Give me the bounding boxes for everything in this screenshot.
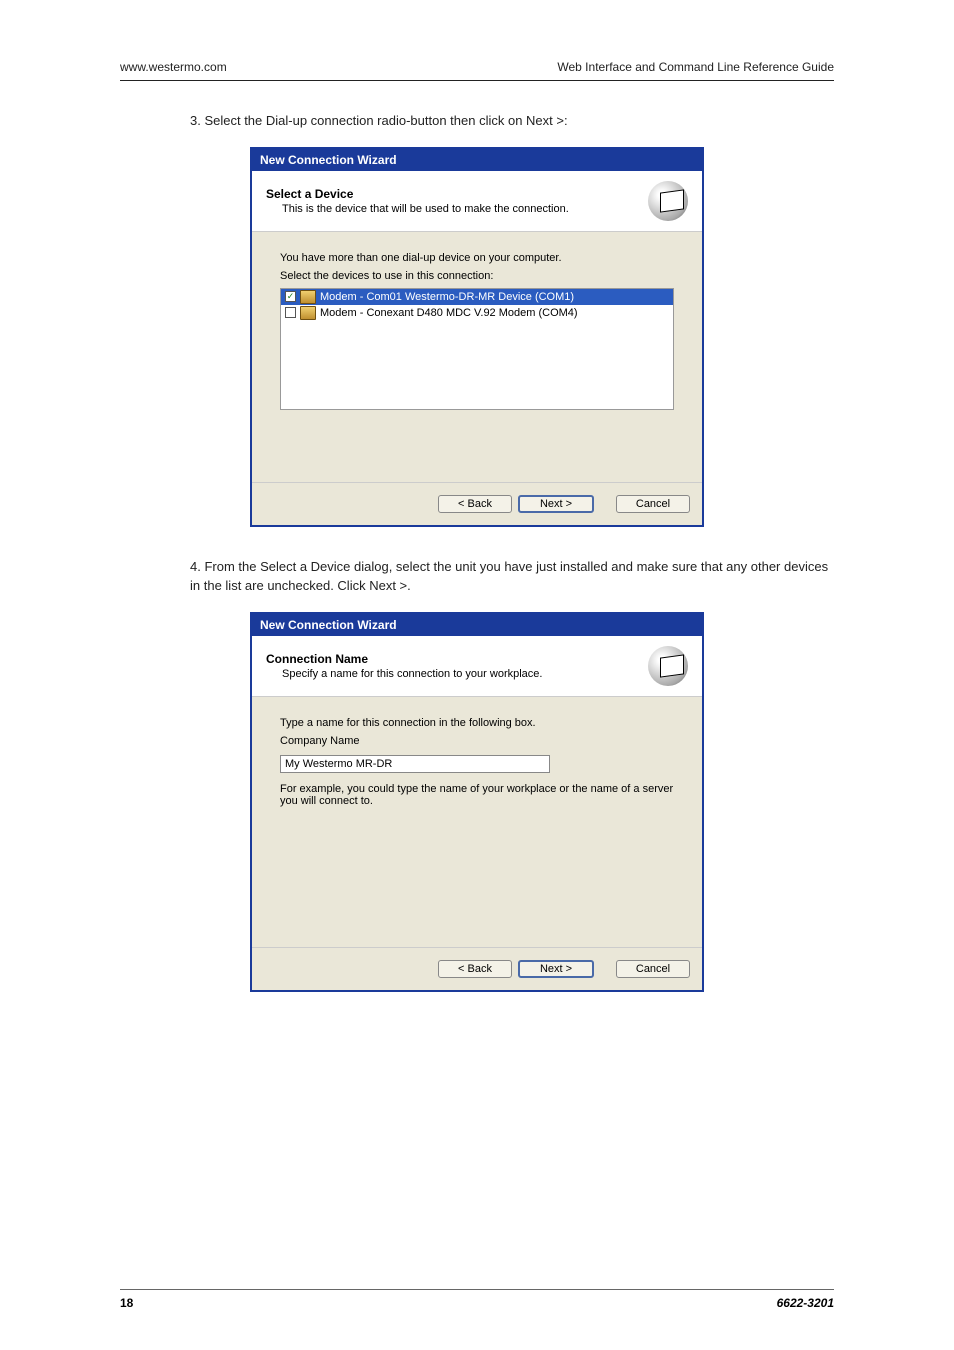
panel-subtitle: Specify a name for this connection to yo… xyxy=(282,668,542,680)
checkbox-icon[interactable]: ✓ xyxy=(285,291,296,302)
back-button[interactable]: < Back xyxy=(438,495,512,513)
device-row[interactable]: Modem - Conexant D480 MDC V.92 Modem (CO… xyxy=(281,305,673,321)
device-label: Modem - Conexant D480 MDC V.92 Modem (CO… xyxy=(320,307,578,319)
device-list[interactable]: ✓ Modem - Com01 Westermo-DR-MR Device (C… xyxy=(280,288,674,410)
cancel-button[interactable]: Cancel xyxy=(616,495,690,513)
page-header: www.westermo.com Web Interface and Comma… xyxy=(120,60,834,81)
wizard-footer: < Back Next > Cancel xyxy=(252,482,702,525)
panel-subtitle: This is the device that will be used to … xyxy=(282,203,569,215)
checkbox-icon[interactable] xyxy=(285,307,296,318)
wizard-icon xyxy=(648,646,688,686)
wizard-titlebar: New Connection Wizard xyxy=(252,614,702,636)
header-url: www.westermo.com xyxy=(120,60,227,74)
step-4-text: 4. From the Select a Device dialog, sele… xyxy=(190,557,834,596)
next-button[interactable]: Next > xyxy=(518,960,594,978)
wizard-body: Type a name for this connection in the f… xyxy=(252,697,702,947)
company-name-label: Company Name xyxy=(280,735,674,747)
doc-reference: 6622-3201 xyxy=(777,1296,834,1310)
panel-title: Select a Device xyxy=(266,187,569,201)
cancel-button[interactable]: Cancel xyxy=(616,960,690,978)
next-button[interactable]: Next > xyxy=(518,495,594,513)
body-line-1: Type a name for this connection in the f… xyxy=(280,717,674,729)
wizard-titlebar: New Connection Wizard xyxy=(252,149,702,171)
page-footer: 18 6622-3201 xyxy=(120,1289,834,1310)
modem-icon xyxy=(300,306,316,320)
company-name-input[interactable] xyxy=(280,755,550,773)
device-label: Modem - Com01 Westermo-DR-MR Device (COM… xyxy=(320,291,574,303)
wizard-select-device: New Connection Wizard Select a Device Th… xyxy=(250,147,704,527)
step-3-text: 3. Select the Dial-up connection radio-b… xyxy=(190,111,834,131)
wizard-connection-name: New Connection Wizard Connection Name Sp… xyxy=(250,612,704,992)
body-line-1: You have more than one dial-up device on… xyxy=(280,252,674,264)
page-number: 18 xyxy=(120,1296,133,1310)
example-text: For example, you could type the name of … xyxy=(280,783,674,807)
panel-title: Connection Name xyxy=(266,652,542,666)
wizard-icon xyxy=(648,181,688,221)
body-line-2: Select the devices to use in this connec… xyxy=(280,270,674,282)
header-doc-title: Web Interface and Command Line Reference… xyxy=(557,60,834,74)
wizard-header: Select a Device This is the device that … xyxy=(252,171,702,232)
wizard-body: You have more than one dial-up device on… xyxy=(252,232,702,482)
back-button[interactable]: < Back xyxy=(438,960,512,978)
wizard-header: Connection Name Specify a name for this … xyxy=(252,636,702,697)
wizard-footer: < Back Next > Cancel xyxy=(252,947,702,990)
modem-icon xyxy=(300,290,316,304)
device-row[interactable]: ✓ Modem - Com01 Westermo-DR-MR Device (C… xyxy=(281,289,673,305)
